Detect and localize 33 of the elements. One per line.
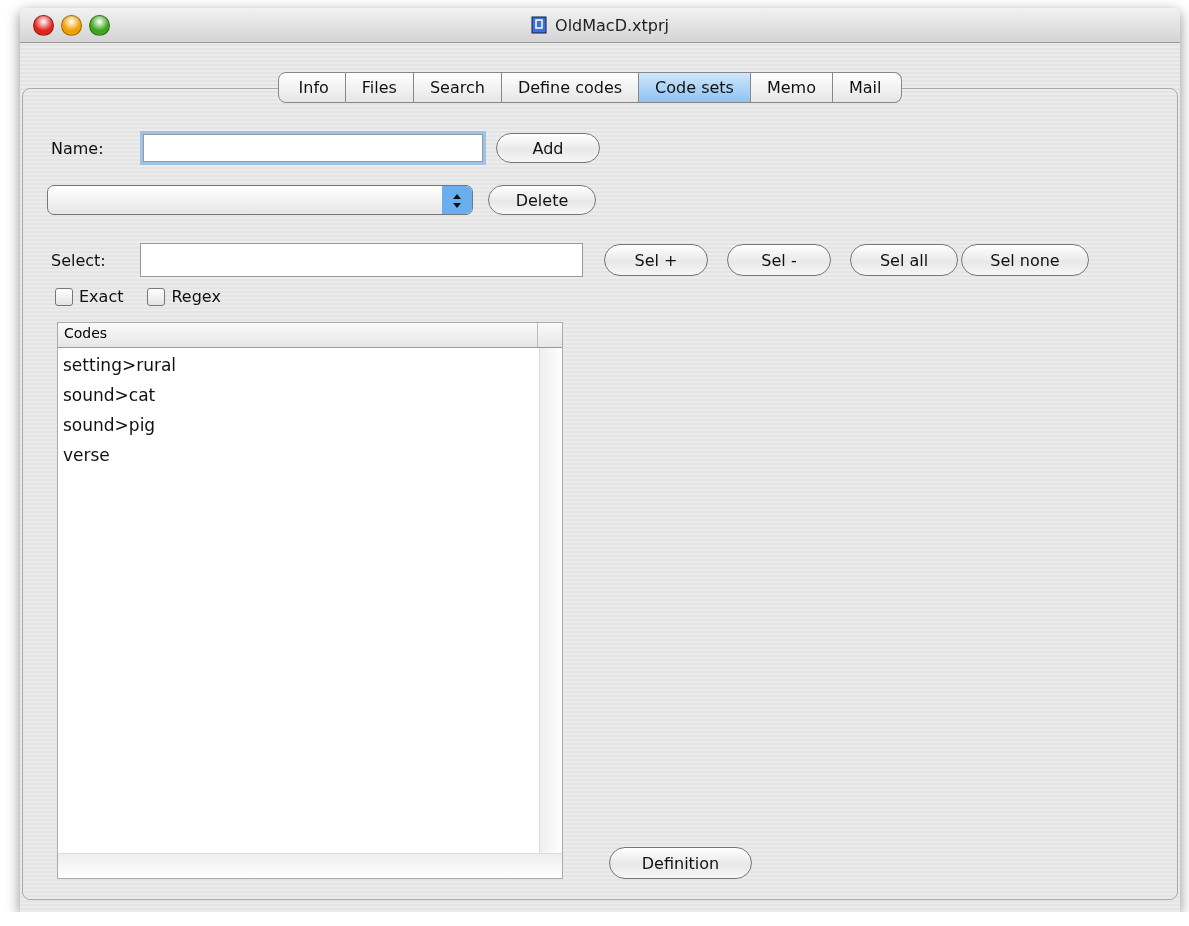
checkbox-label: Regex xyxy=(171,287,221,306)
code-set-dropdown[interactable] xyxy=(47,185,473,215)
stepper-icon xyxy=(442,186,472,214)
select-button[interactable]: Sel + xyxy=(604,244,708,276)
select-label: Select: xyxy=(51,250,107,270)
tab[interactable]: Mail xyxy=(833,72,903,103)
code-row[interactable]: setting>rural xyxy=(58,353,539,383)
definition-button[interactable]: Definition xyxy=(609,847,752,879)
tab[interactable]: Files xyxy=(345,72,414,103)
select-button[interactable]: Sel all xyxy=(850,244,958,276)
select-button[interactable]: Sel - xyxy=(727,244,831,276)
tab[interactable]: Search xyxy=(413,72,502,103)
minimize-button[interactable] xyxy=(61,14,82,36)
zoom-button[interactable] xyxy=(89,14,110,36)
select-button[interactable]: Sel none xyxy=(961,244,1089,276)
add-button[interactable]: Add xyxy=(496,133,600,163)
tab[interactable]: Memo xyxy=(750,72,833,103)
tab[interactable]: Info xyxy=(277,72,346,103)
name-field[interactable] xyxy=(143,134,483,162)
select-field[interactable] xyxy=(140,243,583,277)
delete-button[interactable]: Delete xyxy=(488,185,596,215)
name-label: Name: xyxy=(51,138,105,158)
code-row[interactable]: sound>pig xyxy=(58,413,539,443)
code-row[interactable]: verse xyxy=(58,443,539,473)
code-row[interactable]: sound>cat xyxy=(58,383,539,413)
window-title: OldMacD.xtprj xyxy=(555,15,669,35)
checkbox[interactable] xyxy=(55,287,73,306)
tab[interactable]: Define codes xyxy=(501,72,640,103)
close-button[interactable] xyxy=(33,14,54,36)
tab[interactable]: Code sets xyxy=(639,72,751,103)
checkbox-label: Exact xyxy=(79,287,124,306)
checkbox[interactable] xyxy=(147,287,166,306)
document-icon xyxy=(531,16,548,34)
